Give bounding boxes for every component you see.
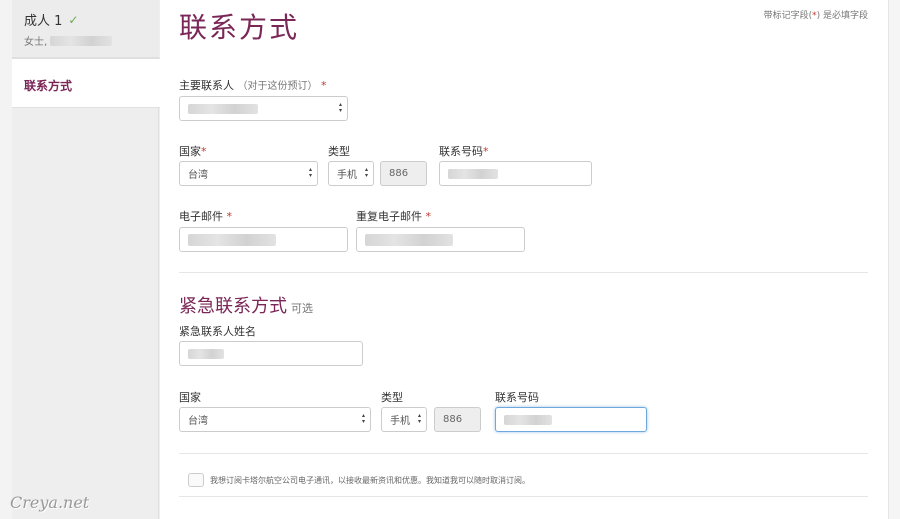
- emergency-country-select[interactable]: 台湾: [179, 407, 371, 432]
- subscribe-checkbox[interactable]: [188, 473, 204, 487]
- phone-value-blurred: [448, 168, 498, 179]
- emergency-type-label: 类型: [381, 391, 403, 404]
- emergency-country-label: 国家: [179, 391, 201, 404]
- section-divider: [179, 272, 868, 273]
- passenger-label: 成人 1: [24, 14, 63, 29]
- emergency-phone-label: 联系号码: [495, 391, 539, 404]
- repeat-email-value-blurred: [365, 233, 453, 246]
- passenger-name-blurred: [50, 35, 113, 46]
- phone-type-label: 类型: [328, 145, 350, 158]
- country-label: 国家*: [179, 145, 207, 158]
- left-gutter: [0, 0, 12, 519]
- emergency-phone-input[interactable]: [495, 407, 647, 432]
- email-input[interactable]: [179, 227, 348, 252]
- sidebar-item-passenger[interactable]: 成人 1 ✓ 女士,: [12, 0, 159, 58]
- emergency-code-field: 886: [434, 407, 481, 432]
- page-title: 联系方式: [179, 11, 300, 44]
- required-note: 带标记字段(*) 是必填字段: [763, 11, 868, 21]
- emergency-name-value-blurred: [188, 348, 224, 359]
- sidebar-item-contact[interactable]: 联系方式: [12, 58, 160, 108]
- email-label: 电子邮件 *: [179, 210, 232, 223]
- emergency-name-label: 紧急联系人姓名: [179, 325, 256, 338]
- emergency-section-title: 紧急联系方式 可选: [179, 296, 313, 317]
- watermark: Creya.net: [10, 493, 90, 512]
- emergency-name-input[interactable]: [179, 341, 363, 366]
- email-value-blurred: [188, 233, 276, 246]
- country-code-field: 886: [380, 161, 427, 186]
- subscribe-label: 我想订阅卡塔尔航空公司电子通讯，以接收最新资讯和优惠。我知道我可以随时取消订阅。: [210, 475, 530, 485]
- emergency-phone-value-blurred: [504, 414, 552, 425]
- phone-input[interactable]: [439, 161, 592, 186]
- primary-contact-value-blurred: [188, 103, 258, 114]
- phone-label: 联系号码*: [439, 145, 489, 158]
- repeat-email-input[interactable]: [356, 227, 525, 252]
- repeat-email-label: 重复电子邮件 *: [356, 210, 431, 223]
- primary-contact-label: 主要联系人 （对于这份预订） *: [179, 79, 327, 92]
- passenger-title: 女士,: [24, 37, 48, 48]
- check-icon: ✓: [68, 12, 79, 27]
- emergency-type-select[interactable]: 手机: [381, 407, 427, 432]
- country-select[interactable]: 台湾: [179, 161, 318, 186]
- right-gutter: [888, 0, 900, 519]
- contact-form: 联系方式 带标记字段(*) 是必填字段 主要联系人 （对于这份预订） * 国家*…: [160, 0, 888, 519]
- phone-type-select[interactable]: 手机: [328, 161, 374, 186]
- section-divider: [179, 496, 868, 497]
- sidebar-item-label: 联系方式: [24, 79, 73, 93]
- subscribe-row: 我想订阅卡塔尔航空公司电子通讯，以接收最新资讯和优惠。我知道我可以随时取消订阅。: [188, 473, 530, 487]
- primary-contact-select[interactable]: [179, 96, 348, 121]
- sidebar: 成人 1 ✓ 女士, 联系方式: [12, 0, 160, 519]
- section-divider: [179, 453, 868, 454]
